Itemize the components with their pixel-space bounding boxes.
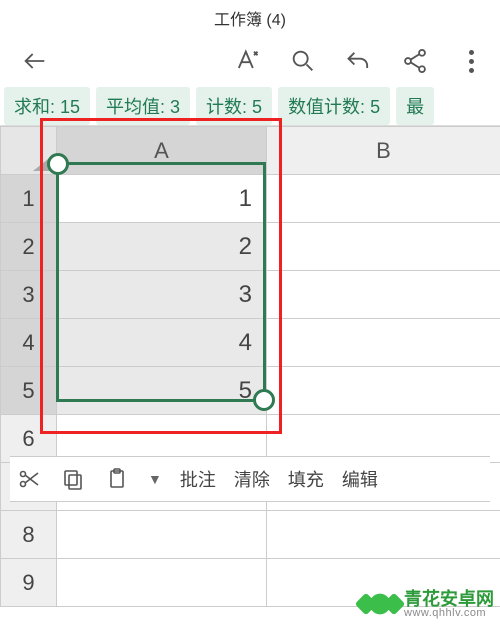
annotate-button[interactable]: 批注	[180, 466, 216, 492]
context-toolbar: ▼ 批注 清除 填充 编辑	[10, 456, 490, 502]
stats-bar: 求和: 15 平均值: 3 计数: 5 数值计数: 5 最	[0, 86, 500, 126]
watermark-url: www.qhhlv.com	[404, 608, 494, 619]
font-style-icon[interactable]	[232, 46, 262, 76]
row-header[interactable]: 9	[1, 559, 57, 607]
cut-icon[interactable]	[16, 466, 42, 492]
cell[interactable]	[267, 175, 500, 223]
top-toolbar	[0, 36, 500, 86]
cell[interactable]	[267, 319, 500, 367]
row-header[interactable]: 8	[1, 511, 57, 559]
cell[interactable]	[57, 511, 267, 559]
cell[interactable]: 2	[57, 223, 267, 271]
cell[interactable]: 4	[57, 319, 267, 367]
watermark: 青花安卓网 www.qhhlv.com	[362, 586, 494, 622]
col-header-A[interactable]: A	[57, 127, 267, 175]
search-icon[interactable]	[288, 46, 318, 76]
undo-icon[interactable]	[344, 46, 374, 76]
watermark-logo	[362, 586, 398, 622]
cell[interactable]: 3	[57, 271, 267, 319]
workbook-title: 工作簿 (4)	[214, 6, 286, 30]
copy-icon[interactable]	[60, 466, 86, 492]
stat-more[interactable]: 最	[396, 87, 434, 125]
title-bar: 工作簿 (4)	[0, 0, 500, 36]
chevron-down-icon[interactable]: ▼	[148, 471, 162, 487]
paste-icon[interactable]	[104, 466, 130, 492]
more-icon[interactable]	[456, 50, 486, 73]
watermark-name: 青花安卓网	[404, 590, 494, 608]
row-header[interactable]: 1	[1, 175, 57, 223]
clear-button[interactable]: 清除	[234, 466, 270, 492]
row-header[interactable]: 4	[1, 319, 57, 367]
cell[interactable]: 5	[57, 367, 267, 415]
stat-count[interactable]: 计数: 5	[196, 87, 272, 125]
share-icon[interactable]	[400, 46, 430, 76]
cell[interactable]	[267, 367, 500, 415]
fill-button[interactable]: 填充	[288, 466, 324, 492]
stat-sum[interactable]: 求和: 15	[4, 87, 90, 125]
stat-ncount[interactable]: 数值计数: 5	[278, 87, 390, 125]
cell[interactable]	[267, 223, 500, 271]
row-header[interactable]: 3	[1, 271, 57, 319]
spreadsheet[interactable]: A B 11 22 33 44 55 6 7 8 9	[0, 126, 500, 607]
stat-avg[interactable]: 平均值: 3	[96, 87, 190, 125]
cell[interactable]	[57, 559, 267, 607]
cell[interactable]	[267, 511, 500, 559]
col-header-B[interactable]: B	[267, 127, 500, 175]
edit-button[interactable]: 编辑	[342, 466, 378, 492]
cell[interactable]: 1	[57, 175, 267, 223]
row-header[interactable]: 2	[1, 223, 57, 271]
row-header[interactable]: 5	[1, 367, 57, 415]
select-all-corner[interactable]	[1, 127, 57, 175]
cell[interactable]	[267, 271, 500, 319]
back-icon[interactable]	[20, 46, 50, 76]
